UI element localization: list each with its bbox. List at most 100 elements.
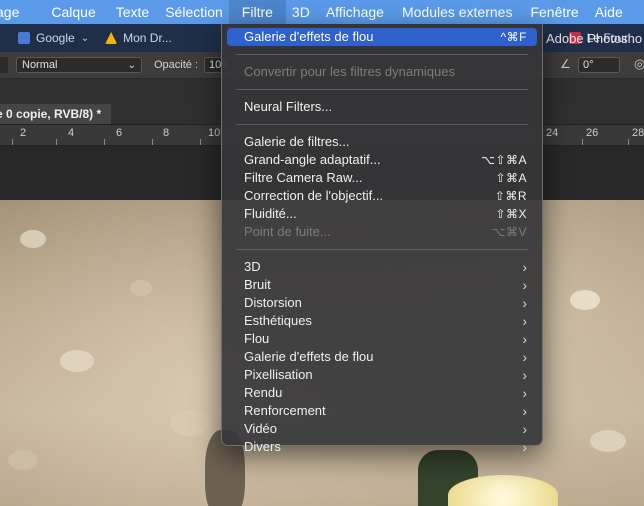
ruler-tick [582,139,583,145]
pebble [170,410,210,436]
menu-item-label: Vidéo [244,421,278,436]
menu-selection[interactable]: Sélection [159,0,229,24]
menu-item-fluidite[interactable]: Fluidité... ⇧⌘X [227,205,537,223]
menu-calque[interactable]: Calque [45,0,101,24]
submenu-galerie-effets-flou[interactable]: Galerie d'effets de flou › [227,348,537,366]
menu-item-shortcut: ⌥⇧⌘A [481,153,527,167]
chevron-right-icon: › [522,277,527,293]
menu-aide[interactable]: Aide [589,0,629,24]
cactus-flower [448,475,558,506]
menu-item-label: Flou [244,331,270,346]
menu-item-galerie-effets-flou-last[interactable]: Galerie d'effets de flou ^⌘F [227,28,537,46]
chevron-right-icon: › [522,349,527,365]
submenu-divers[interactable]: Divers › [227,438,537,456]
menu-item-galerie-filtres[interactable]: Galerie de filtres... [227,133,537,151]
ruler-tick [104,139,105,145]
angle-icon: ∠ [560,57,571,71]
menu-item-label: 3D [244,259,261,274]
document-tab-title: e 0 copie, RVB/8) * [0,107,102,121]
menu-item-shortcut: ⇧⌘R [494,189,527,203]
menu-item-label: Galerie d'effets de flou [244,29,374,44]
ruler-tick [152,139,153,145]
submenu-renforcement[interactable]: Renforcement › [227,402,537,420]
ruler-label: 26 [586,127,599,139]
pebble [130,280,152,296]
menu-item-shortcut: ⇧⌘A [495,171,527,185]
submenu-flou[interactable]: Flou › [227,330,537,348]
chevron-right-icon: › [522,313,527,329]
submenu-video[interactable]: Vidéo › [227,420,537,438]
menu-item-shortcut: ⌥⌘V [491,225,527,239]
menu-modules-externes[interactable]: Modules externes [396,0,519,24]
pressure-icon[interactable]: ◎ [634,56,644,72]
menu-texte[interactable]: Texte [110,0,155,24]
angle-input[interactable]: 0° [578,57,620,73]
blend-mode-value: Normal [22,59,58,71]
submenu-distorsion[interactable]: Distorsion › [227,294,537,312]
ruler-tick [56,139,57,145]
menu-affichage[interactable]: Affichage [320,0,390,24]
menu-item-label: Fluidité... [244,206,297,221]
chevron-right-icon: › [522,385,527,401]
menu-filtre[interactable]: Filtre [228,0,286,24]
blend-mode-select[interactable]: Normal ⌄ [16,57,142,73]
document-tab[interactable]: e 0 copie, RVB/8) * [0,104,112,124]
menu-item-label: Galerie d'effets de flou [244,349,374,364]
chevron-right-icon: › [522,439,527,455]
ruler-label: 2 [20,127,27,139]
menu-bar: age Calque Texte Sélection Filtre 3D Aff… [0,0,644,24]
menu-item-label: Rendu [244,385,283,400]
menu-item-label: Galerie de filtres... [244,134,350,149]
drive-favicon-icon [105,32,118,44]
submenu-esthetiques[interactable]: Esthétiques › [227,312,537,330]
pebble [590,430,626,452]
menu-separator [236,89,528,90]
chevron-right-icon: › [522,259,527,275]
ruler-tick [12,139,13,145]
menu-item-label: Renforcement [244,403,326,418]
tab-google[interactable]: Google ⌄ [10,28,97,48]
ruler-label: 28 [632,127,644,139]
menu-separator [236,249,528,250]
menu-image[interactable]: age [0,0,25,24]
pebble [8,450,38,470]
tab-label: Mon Dr... [123,31,172,45]
menu-item-shortcut: ^⌘F [500,30,527,44]
menu-item-label: Neural Filters... [244,99,333,114]
menu-3d[interactable]: 3D [286,0,316,24]
chevron-right-icon: › [522,295,527,311]
menu-separator [236,124,528,125]
chevron-right-icon: › [522,421,527,437]
menu-item-label: Esthétiques [244,313,312,328]
submenu-pixellisation[interactable]: Pixellisation › [227,366,537,384]
ruler-tick [628,139,629,145]
menu-fenetre[interactable]: Fenêtre [524,0,584,24]
ruler-label: 10 [208,127,221,139]
menu-item-neural-filters[interactable]: Neural Filters... [227,98,537,116]
menu-item-label: Convertir pour les filtres dynamiques [244,64,455,79]
chevron-right-icon: › [522,403,527,419]
menu-item-filtre-camera-raw[interactable]: Filtre Camera Raw... ⇧⌘A [227,169,537,187]
submenu-3d[interactable]: 3D › [227,258,537,276]
angle-value: 0° [583,59,594,71]
options-divider [0,57,8,73]
tab-drive[interactable]: Mon Dr... [97,28,180,48]
menu-item-grand-angle-adaptatif[interactable]: Grand-angle adaptatif... ⌥⇧⌘A [227,151,537,169]
submenu-rendu[interactable]: Rendu › [227,384,537,402]
menu-item-correction-objectif[interactable]: Correction de l'objectif... ⇧⌘R [227,187,537,205]
menu-item-label: Filtre Camera Raw... [244,170,363,185]
ruler-tick [200,139,201,145]
menu-item-point-de-fuite: Point de fuite... ⌥⌘V [227,223,537,241]
menu-item-label: Pixellisation [244,367,313,382]
ruler-label: 6 [116,127,123,139]
tab-label: Google [36,31,75,45]
chevron-down-icon: ⌄ [80,32,90,44]
menu-item-shortcut: ⇧⌘X [495,207,527,221]
app-title: Adobe Photosho [546,31,643,46]
chevron-right-icon: › [522,331,527,347]
submenu-bruit[interactable]: Bruit › [227,276,537,294]
pebble [570,290,600,310]
menu-separator [236,54,528,55]
google-favicon-icon [18,32,30,44]
ruler-label: 8 [163,127,170,139]
